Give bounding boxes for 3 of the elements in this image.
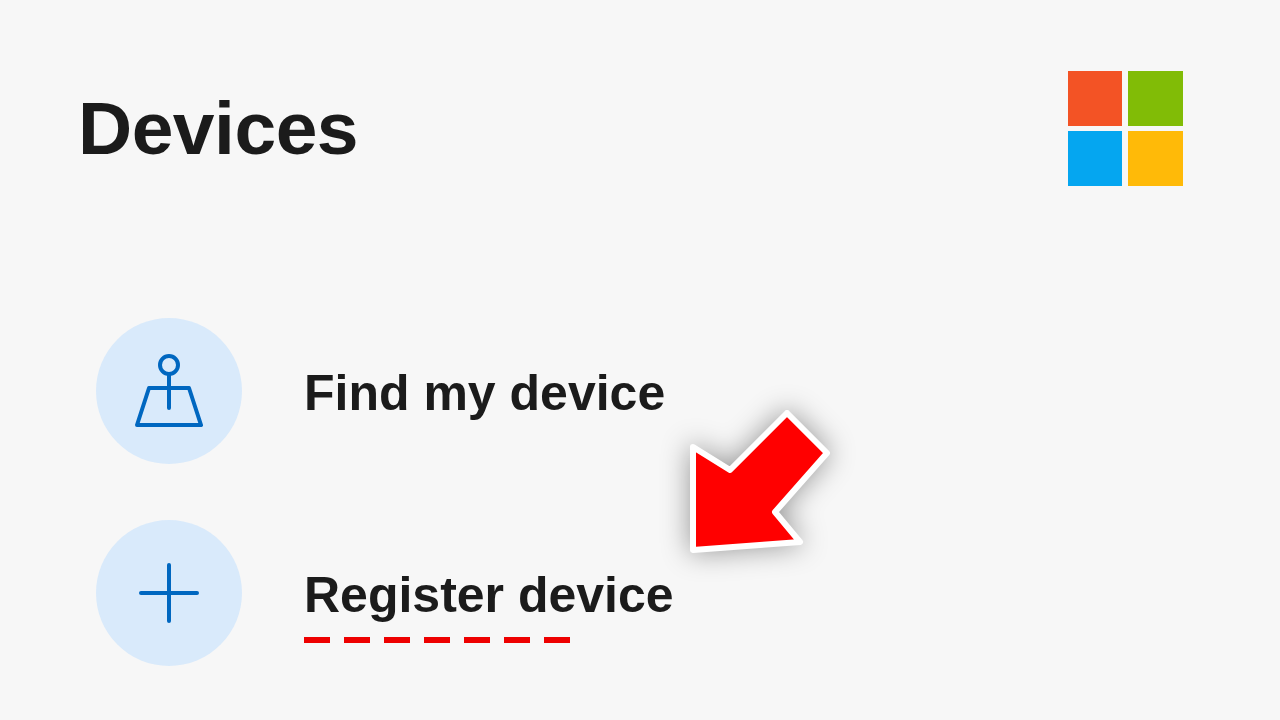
page-title: Devices: [78, 91, 359, 166]
item-label[interactable]: Register device: [304, 570, 674, 620]
item-label[interactable]: Find my device: [304, 368, 666, 418]
